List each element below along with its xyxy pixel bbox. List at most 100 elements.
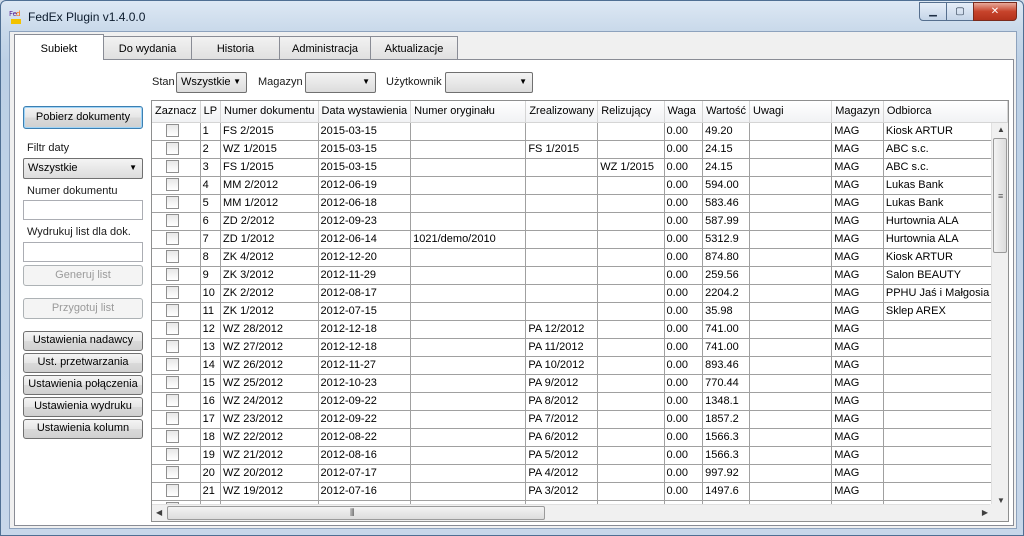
select-cell[interactable] bbox=[152, 176, 201, 195]
column-header[interactable]: Zaznacz bbox=[152, 101, 201, 123]
select-checkbox[interactable] bbox=[166, 249, 179, 263]
column-header[interactable]: Waga bbox=[664, 101, 704, 123]
select-checkbox[interactable] bbox=[166, 339, 179, 353]
state-filter-select[interactable]: Wszystkie ▼ bbox=[176, 72, 247, 93]
select-checkbox[interactable] bbox=[166, 267, 179, 281]
document-number-input[interactable] bbox=[23, 200, 143, 220]
table-row[interactable]: 19 WZ 21/2012 2012-08-16 PA 5/2012 0.00 1566.… bbox=[152, 446, 1008, 465]
table-row[interactable]: 3 FS 1/2015 2015-03-15 WZ 1/2015 0.00 24.15 MA… bbox=[152, 158, 1008, 177]
select-checkbox[interactable] bbox=[166, 321, 179, 335]
select-checkbox[interactable] bbox=[166, 465, 179, 479]
table-row[interactable]: 12 WZ 28/2012 2012-12-18 PA 12/2012 0.00 741.… bbox=[152, 320, 1008, 339]
select-cell[interactable] bbox=[152, 122, 201, 141]
table-row[interactable]: 7 ZD 1/2012 2012-06-14 1021/demo/2010 0.00 53… bbox=[152, 230, 1008, 249]
select-cell[interactable] bbox=[152, 446, 201, 465]
select-checkbox[interactable] bbox=[166, 303, 179, 317]
select-checkbox[interactable] bbox=[166, 177, 179, 191]
select-checkbox[interactable] bbox=[166, 357, 179, 371]
date-filter-select[interactable]: Wszystkie ▼ bbox=[23, 158, 143, 179]
tab-historia[interactable]: Historia bbox=[191, 36, 280, 60]
select-cell[interactable] bbox=[152, 140, 201, 159]
vertical-scroll-thumb[interactable]: ≡ bbox=[993, 138, 1007, 253]
table-row[interactable]: 11 ZK 1/2012 2012-07-15 0.00 35.98 MAG Sklep A… bbox=[152, 302, 1008, 321]
select-checkbox[interactable] bbox=[166, 393, 179, 407]
table-row[interactable]: 18 WZ 22/2012 2012-08-22 PA 6/2012 0.00 1566.… bbox=[152, 428, 1008, 447]
scroll-left-icon[interactable]: ◀ bbox=[156, 508, 162, 517]
scroll-right-icon[interactable]: ▶ bbox=[982, 508, 988, 517]
select-cell[interactable] bbox=[152, 284, 201, 303]
select-cell[interactable] bbox=[152, 428, 201, 447]
select-cell[interactable] bbox=[152, 356, 201, 375]
select-cell[interactable] bbox=[152, 338, 201, 357]
column-header[interactable]: Uwagi bbox=[749, 101, 833, 123]
select-checkbox[interactable] bbox=[166, 141, 179, 155]
tab-subiekt[interactable]: Subiekt bbox=[14, 34, 104, 60]
select-checkbox[interactable] bbox=[166, 447, 179, 461]
select-cell[interactable] bbox=[152, 212, 201, 231]
select-cell[interactable] bbox=[152, 248, 201, 267]
title-bar[interactable]: Fe d FedEx Plugin v1.4.0.0 ▁ ▢ ✕ bbox=[1, 1, 1023, 31]
select-checkbox[interactable] bbox=[166, 285, 179, 299]
column-header[interactable]: Wartość bbox=[702, 101, 751, 123]
column-header[interactable]: Numer oryginału bbox=[410, 101, 527, 123]
column-header[interactable]: Odbiorca bbox=[883, 101, 1008, 123]
select-cell[interactable] bbox=[152, 410, 201, 429]
generate-list-button[interactable]: Generuj list bbox=[23, 265, 143, 286]
processing-settings-button[interactable]: Ust. przetwarzania bbox=[23, 353, 143, 373]
table-row[interactable]: 20 WZ 20/2012 2012-07-17 PA 4/2012 0.00 997.9… bbox=[152, 464, 1008, 483]
table-row[interactable]: 17 WZ 23/2012 2012-09-22 PA 7/2012 0.00 1857.… bbox=[152, 410, 1008, 429]
table-row[interactable]: 5 MM 1/2012 2012-06-18 0.00 583.46 MAG Lukas B… bbox=[152, 194, 1008, 213]
print-list-input[interactable] bbox=[23, 242, 143, 262]
scroll-up-icon[interactable]: ▲ bbox=[997, 125, 1005, 134]
select-checkbox[interactable] bbox=[166, 429, 179, 443]
table-row[interactable]: 16 WZ 24/2012 2012-09-22 PA 8/2012 0.00 1348.… bbox=[152, 392, 1008, 411]
table-row[interactable]: 21 WZ 19/2012 2012-07-16 PA 3/2012 0.00 1497.… bbox=[152, 482, 1008, 501]
select-cell[interactable] bbox=[152, 392, 201, 411]
select-cell[interactable] bbox=[152, 230, 201, 249]
table-row[interactable]: 4 MM 2/2012 2012-06-19 0.00 594.00 MAG Lukas B… bbox=[152, 176, 1008, 195]
select-checkbox[interactable] bbox=[166, 195, 179, 209]
table-row[interactable]: 1 FS 2/2015 2015-03-15 0.00 49.20 MAG Kiosk AR… bbox=[152, 122, 1008, 141]
table-row[interactable]: 13 WZ 27/2012 2012-12-18 PA 11/2012 0.00 741.… bbox=[152, 338, 1008, 357]
user-filter-select[interactable]: ▼ bbox=[445, 72, 533, 93]
table-row[interactable]: 10 ZK 2/2012 2012-08-17 0.00 2204.2 MAG PPHU J… bbox=[152, 284, 1008, 303]
close-button[interactable]: ✕ bbox=[973, 2, 1017, 21]
column-header[interactable]: Zrealizowany bbox=[525, 101, 599, 123]
column-header[interactable]: Magazyn bbox=[831, 101, 884, 123]
select-checkbox[interactable] bbox=[166, 213, 179, 227]
select-cell[interactable] bbox=[152, 320, 201, 339]
select-checkbox[interactable] bbox=[166, 159, 179, 173]
column-header[interactable]: Numer dokumentu bbox=[220, 101, 319, 123]
vertical-scrollbar[interactable]: ▲ ≡ ▼ bbox=[991, 123, 1008, 507]
column-settings-button[interactable]: Ustawienia kolumn bbox=[23, 419, 143, 439]
select-cell[interactable] bbox=[152, 266, 201, 285]
select-cell[interactable] bbox=[152, 158, 201, 177]
column-header[interactable]: Relizujący bbox=[597, 101, 665, 123]
tab-administracja[interactable]: Administracja bbox=[279, 36, 371, 60]
horizontal-scrollbar[interactable]: ◀ ⦀ ▶ bbox=[152, 504, 992, 521]
select-cell[interactable] bbox=[152, 302, 201, 321]
prepare-list-button[interactable]: Przygotuj list bbox=[23, 298, 143, 319]
tab-do-wydania[interactable]: Do wydania bbox=[103, 36, 192, 60]
table-row[interactable]: 9 ZK 3/2012 2012-11-29 0.00 259.56 MAG Salon B… bbox=[152, 266, 1008, 285]
column-header[interactable]: Data wystawienia bbox=[318, 101, 412, 123]
maximize-button[interactable]: ▢ bbox=[946, 2, 974, 21]
connection-settings-button[interactable]: Ustawienia połączenia bbox=[23, 375, 143, 395]
select-cell[interactable] bbox=[152, 464, 201, 483]
warehouse-filter-select[interactable]: ▼ bbox=[305, 72, 376, 93]
sender-settings-button[interactable]: Ustawienia nadawcy bbox=[23, 331, 143, 351]
select-checkbox[interactable] bbox=[166, 123, 179, 137]
table-row[interactable]: 15 WZ 25/2012 2012-10-23 PA 9/2012 0.00 770.4… bbox=[152, 374, 1008, 393]
horizontal-scroll-thumb[interactable]: ⦀ bbox=[167, 506, 545, 520]
fetch-documents-button[interactable]: Pobierz dokumenty bbox=[23, 106, 143, 129]
select-cell[interactable] bbox=[152, 482, 201, 501]
table-row[interactable]: 2 WZ 1/2015 2015-03-15 FS 1/2015 0.00 24.15 MA… bbox=[152, 140, 1008, 159]
select-checkbox[interactable] bbox=[166, 411, 179, 425]
table-row[interactable]: 14 WZ 26/2012 2012-11-27 PA 10/2012 0.00 893.… bbox=[152, 356, 1008, 375]
select-cell[interactable] bbox=[152, 194, 201, 213]
tab-aktualizacje[interactable]: Aktualizacje bbox=[370, 36, 458, 60]
select-checkbox[interactable] bbox=[166, 375, 179, 389]
table-row[interactable]: 8 ZK 4/2012 2012-12-20 0.00 874.80 MAG Kiosk A… bbox=[152, 248, 1008, 267]
column-header[interactable]: LP bbox=[200, 101, 222, 123]
select-checkbox[interactable] bbox=[166, 483, 179, 497]
